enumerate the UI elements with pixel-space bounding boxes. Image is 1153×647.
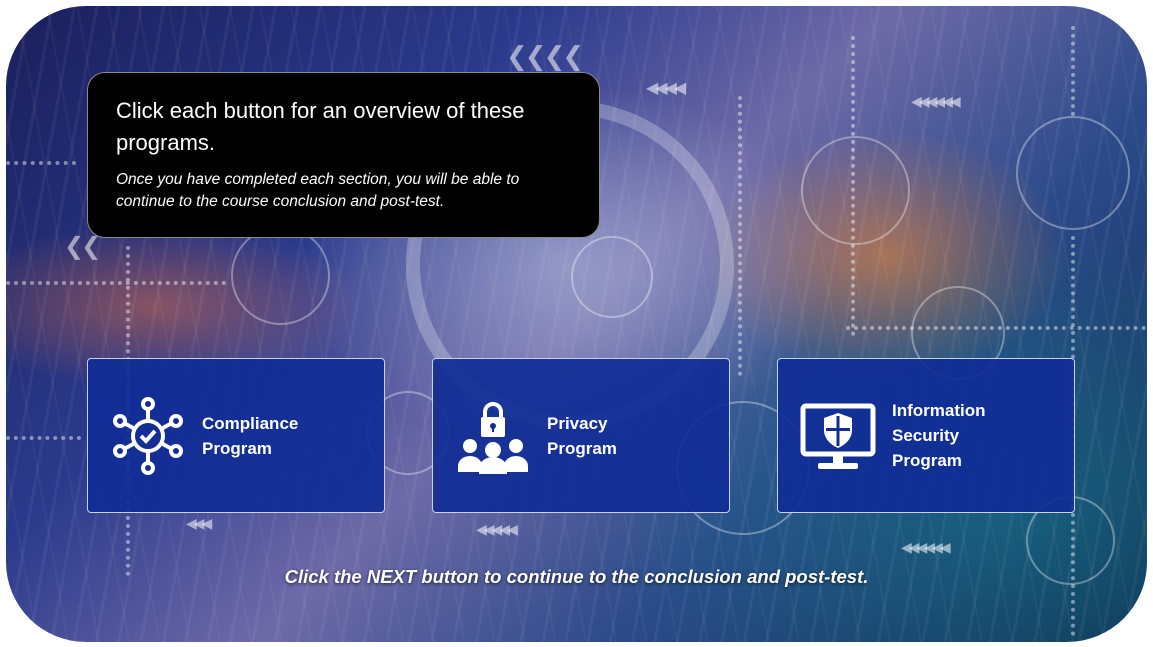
dotted-line-decoration — [1071, 26, 1075, 116]
security-monitor-shield-icon — [800, 403, 876, 469]
intro-title: Click each button for an overview of the… — [116, 98, 525, 155]
checkbox-ring-decoration — [231, 226, 330, 325]
slide-canvas: ❮❮❮❮ ◀◀◀◀ ◀◀◀◀◀◀ ❮❮ ◀◀◀ ◀◀◀◀◀ ◀◀◀◀◀◀ Cli… — [6, 6, 1147, 642]
dotted-line-decoration — [6, 281, 226, 285]
compliance-program-button[interactable]: Compliance Program — [87, 358, 385, 513]
checkmark-ring-decoration — [571, 236, 653, 318]
privacy-program-label: Privacy Program — [547, 413, 617, 458]
chevrons-decoration: ◀◀◀◀◀◀ — [901, 540, 951, 556]
privacy-program-button[interactable]: Privacy Program — [432, 358, 730, 513]
information-security-program-button[interactable]: Information Security Program — [777, 358, 1075, 513]
dotted-line-decoration — [846, 326, 1146, 330]
chevrons-decoration: ◀◀◀◀◀ — [476, 522, 518, 538]
dotted-line-decoration — [851, 36, 855, 336]
folders-ring-decoration — [801, 136, 910, 245]
dotted-line-decoration — [738, 96, 742, 376]
intro-subtitle: Once you have completed each section, yo… — [116, 171, 520, 210]
compliance-network-icon — [113, 396, 183, 475]
privacy-lock-people-icon — [458, 401, 528, 474]
chevrons-decoration: ◀◀◀ — [186, 516, 212, 532]
chevrons-decoration: ◀◀◀◀◀◀ — [911, 94, 961, 110]
dotted-line-decoration — [6, 161, 76, 165]
chevrons-decoration: ❮❮❮❮ — [506, 42, 584, 72]
chevrons-decoration: ◀◀◀◀ — [646, 78, 686, 97]
compliance-program-label: Compliance Program — [202, 413, 299, 458]
next-instruction-text: Click the NEXT button to continue to the… — [284, 566, 869, 587]
magnifier-ring-decoration — [1016, 116, 1130, 230]
information-security-program-label: Information Security Program — [892, 401, 986, 470]
chevrons-decoration: ❮❮ — [64, 232, 101, 260]
dotted-line-decoration — [6, 436, 81, 440]
intro-callout: Click each button for an overview of the… — [87, 72, 600, 238]
